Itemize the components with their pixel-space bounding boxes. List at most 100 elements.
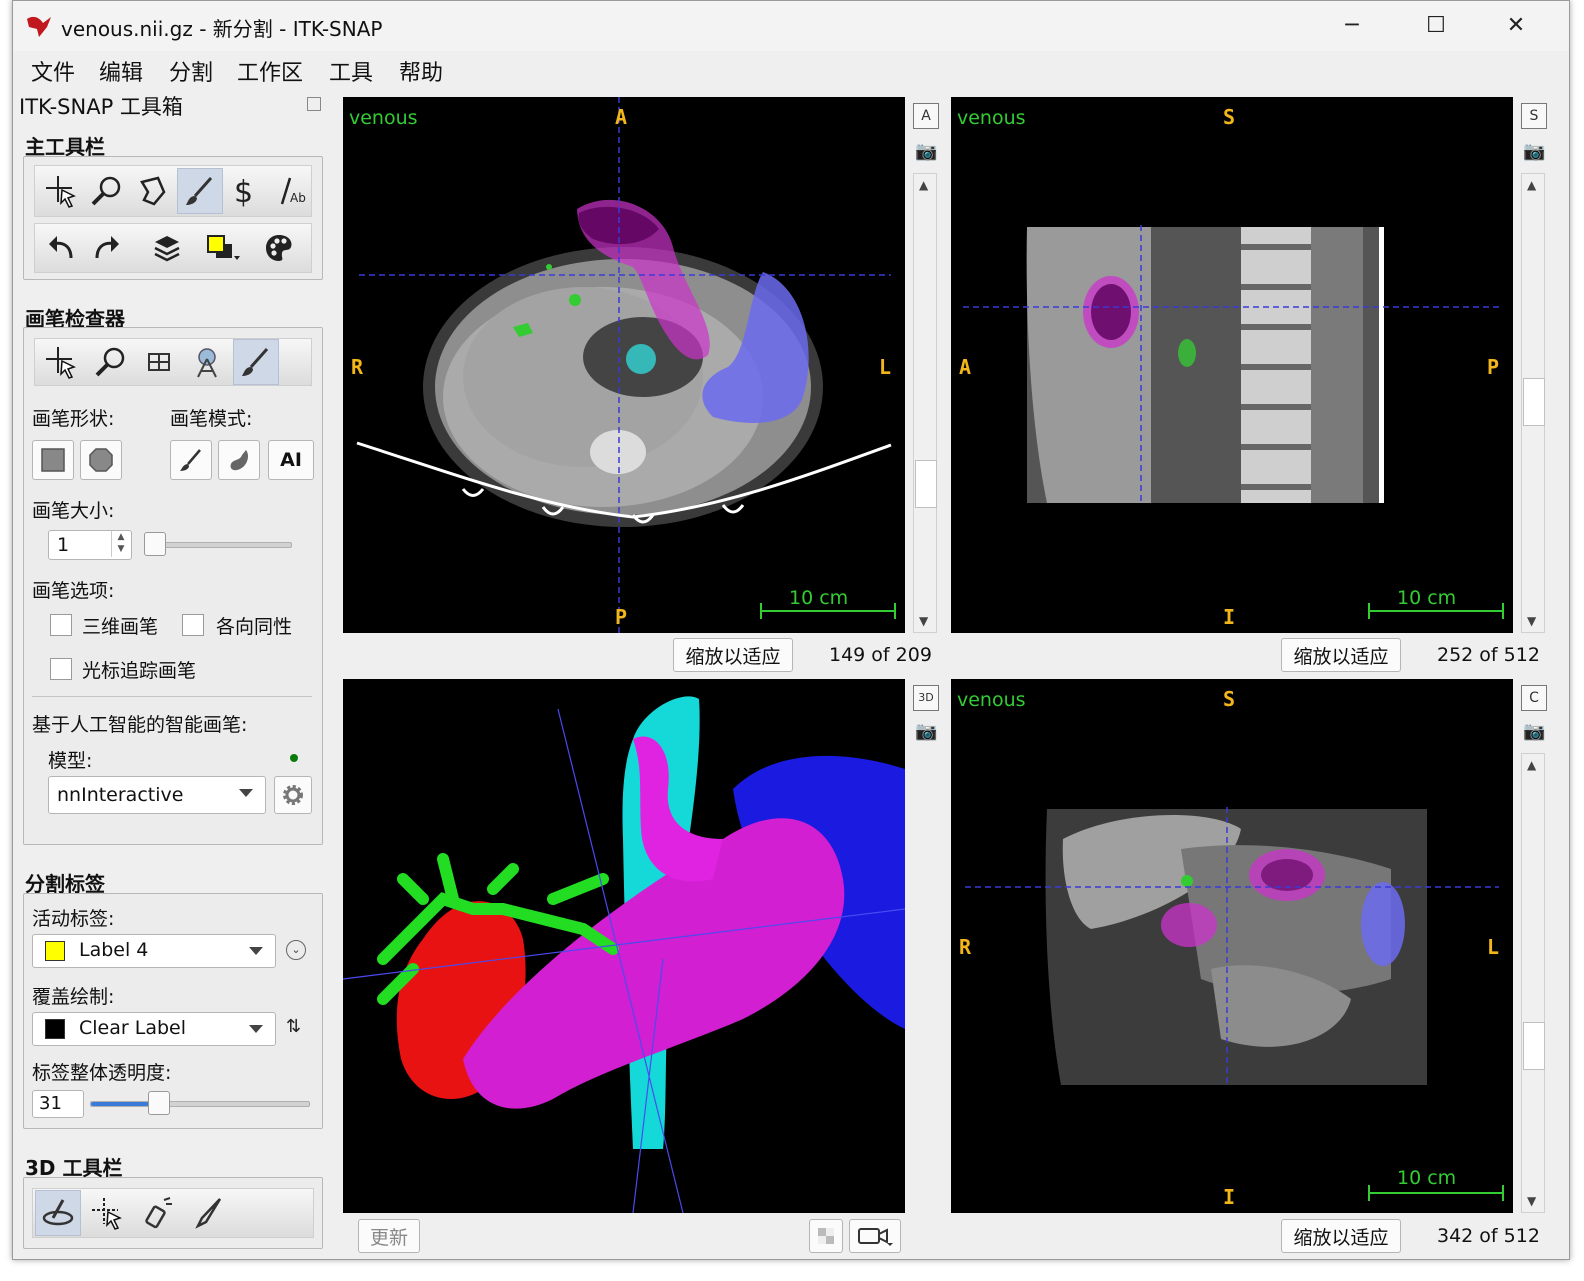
minimize-button[interactable]: ─	[1329, 9, 1375, 43]
inspector-zoom-icon[interactable]	[89, 340, 133, 384]
svg-text:$: $	[234, 175, 253, 208]
brush-mode-label: 画笔模式:	[170, 408, 253, 430]
opacity-spinbox[interactable]: 31	[32, 1090, 84, 1118]
spray-3d-icon[interactable]	[135, 1191, 179, 1235]
scroll-down-icon[interactable]: ▼	[1527, 614, 1536, 628]
sagittal-view[interactable]: venous S I A P 10 cm	[951, 97, 1513, 633]
scroll-up-icon[interactable]: ▲	[1527, 758, 1536, 772]
label-color-icon[interactable]	[201, 226, 245, 270]
undock-icon[interactable]	[307, 97, 321, 111]
active-label-dropdown[interactable]: Label 4	[32, 934, 276, 968]
axial-orient-top: A	[615, 105, 628, 129]
brush-mode-adaptive-button[interactable]	[218, 440, 260, 480]
cursor-chase-checkbox[interactable]	[50, 658, 72, 680]
sagittal-scroll-thumb[interactable]	[1523, 378, 1545, 426]
menu-help[interactable]: 帮助	[399, 55, 443, 87]
isotropic-checkbox[interactable]	[182, 614, 204, 636]
render3d-update-button[interactable]: 更新	[358, 1219, 420, 1253]
ai-brush-button[interactable]: AI	[268, 440, 314, 480]
axial-scroll-thumb[interactable]	[915, 460, 937, 508]
render3d-overlay-toggle[interactable]	[809, 1219, 843, 1253]
paintbrush-tool-icon[interactable]	[177, 168, 223, 214]
model-settings-button[interactable]	[274, 776, 312, 814]
inspector-toolbar	[34, 338, 312, 386]
scroll-up-icon[interactable]: ▲	[919, 178, 928, 192]
chevron-down-icon	[249, 1025, 263, 1033]
toolbox-title: ITK-SNAP 工具箱	[19, 95, 183, 119]
inspector-beacon-icon[interactable]	[185, 340, 229, 384]
inspector-paintbrush-icon[interactable]	[233, 339, 279, 385]
render3d-camera-icon[interactable]: 📷	[915, 721, 937, 742]
active-label-swatch	[45, 941, 65, 961]
sagittal-slice-counter: 252 of 512	[1437, 644, 1540, 666]
polygon-tool-icon[interactable]	[131, 169, 175, 213]
coronal-slice-scrollbar[interactable]: ▲ ▼	[1521, 753, 1545, 1213]
brush-size-spinbox[interactable]: 1 ▲ ▼	[48, 530, 132, 560]
spin-arrows-icon[interactable]: ▲ ▼	[111, 531, 130, 557]
brush-size-slider[interactable]	[144, 542, 292, 548]
menu-bar: 文件 编辑 分割 工作区 工具 帮助	[13, 51, 1569, 89]
brush-size-slider-handle[interactable]	[144, 532, 166, 556]
maximize-button[interactable]: ☐	[1413, 9, 1459, 43]
zoom-tool-icon[interactable]	[85, 169, 129, 213]
redo-icon[interactable]	[85, 226, 129, 270]
inspector-table-icon[interactable]	[137, 340, 181, 384]
crosshair-tool-icon[interactable]	[39, 169, 83, 213]
axial-fit-button[interactable]: 缩放以适应	[673, 638, 793, 672]
close-button[interactable]: ✕	[1493, 9, 1539, 43]
palette-icon[interactable]	[257, 226, 301, 270]
scalpel-3d-icon[interactable]	[185, 1191, 229, 1235]
square-brush-button[interactable]	[32, 440, 74, 480]
menu-segmentation[interactable]: 分割	[169, 55, 213, 87]
model-dropdown[interactable]: nnInteractive	[48, 776, 266, 814]
layers-icon[interactable]	[145, 226, 189, 270]
menu-workspace[interactable]: 工作区	[237, 55, 303, 87]
brush-size-label: 画笔大小:	[32, 500, 115, 522]
coronal-view[interactable]: venous S I R L 10 cm	[951, 679, 1513, 1213]
axial-view[interactable]: venous A P R L 10 cm	[343, 97, 905, 633]
swap-labels-icon[interactable]: ⇅	[286, 1016, 301, 1037]
gear-icon	[283, 785, 303, 805]
rotate-3d-icon[interactable]	[35, 1190, 81, 1236]
menu-tools[interactable]: 工具	[329, 55, 373, 87]
render3d-view[interactable]	[343, 679, 905, 1213]
undo-icon[interactable]	[39, 226, 83, 270]
coronal-ct-image	[965, 807, 1504, 1201]
chevron-down-icon	[249, 947, 263, 955]
coronal-camera-icon[interactable]: 📷	[1523, 721, 1545, 742]
round-brush-button[interactable]	[80, 440, 122, 480]
coronal-scroll-thumb[interactable]	[1523, 1022, 1545, 1070]
model-label: 模型:	[48, 750, 93, 772]
draw-over-dropdown[interactable]: Clear Label	[32, 1012, 276, 1046]
render3d-scene	[343, 696, 905, 1213]
axial-layout-button[interactable]: A	[913, 103, 939, 129]
sagittal-slice-scrollbar[interactable]: ▲ ▼	[1521, 173, 1545, 633]
opacity-slider[interactable]	[90, 1101, 310, 1107]
coronal-fit-button[interactable]: 缩放以适应	[1281, 1219, 1401, 1253]
axial-orient-left: R	[351, 355, 364, 379]
coronal-layout-button[interactable]: C	[1521, 685, 1547, 711]
snake-tool-icon[interactable]: $	[223, 169, 267, 213]
model-status-indicator	[290, 754, 298, 762]
menu-file[interactable]: 文件	[31, 55, 75, 87]
annotation-tool-icon[interactable]: Ab	[269, 169, 313, 213]
scroll-down-icon[interactable]: ▼	[1527, 1194, 1536, 1208]
scroll-down-icon[interactable]: ▼	[919, 614, 928, 628]
brush-mode-paint-button[interactable]	[170, 440, 212, 480]
sagittal-fit-button[interactable]: 缩放以适应	[1281, 638, 1401, 672]
render3d-layout-button[interactable]: 3D	[913, 685, 939, 711]
3d-brush-checkbox[interactable]	[50, 614, 72, 636]
render3d-video-button[interactable]	[849, 1219, 901, 1253]
active-label-value: Label 4	[79, 939, 149, 961]
label-options-icon[interactable]: ⌄	[286, 940, 306, 960]
menu-edit[interactable]: 编辑	[99, 55, 143, 87]
coronal-orient-right: L	[1487, 935, 1500, 959]
sagittal-camera-icon[interactable]: 📷	[1523, 141, 1545, 162]
scroll-up-icon[interactable]: ▲	[1527, 178, 1536, 192]
sagittal-layout-button[interactable]: S	[1521, 103, 1547, 129]
axial-camera-icon[interactable]: 📷	[915, 141, 937, 162]
inspector-crosshair-icon[interactable]	[39, 340, 83, 384]
axial-slice-scrollbar[interactable]: ▲ ▼	[913, 173, 937, 633]
crosshair-3d-icon[interactable]	[85, 1191, 129, 1235]
opacity-slider-handle[interactable]	[147, 1091, 170, 1115]
